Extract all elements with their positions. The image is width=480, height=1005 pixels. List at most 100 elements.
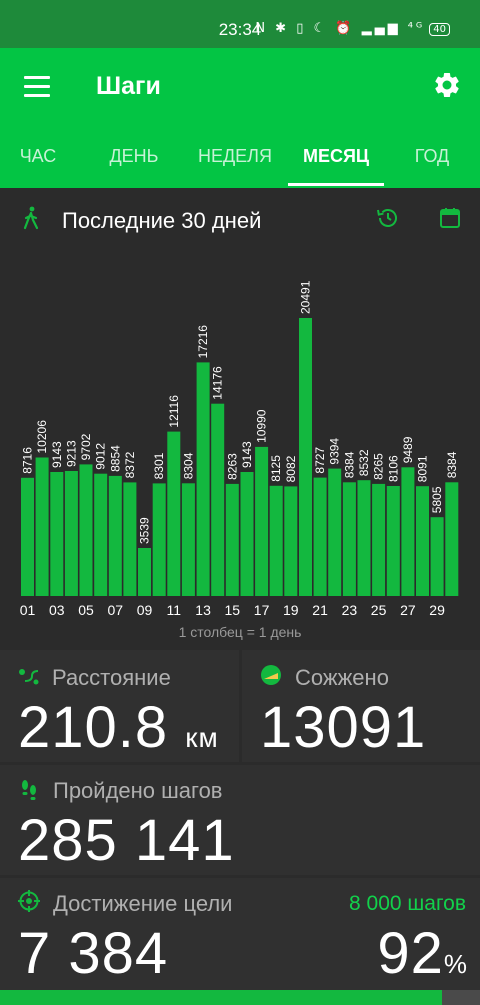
chart-bar: [181, 483, 195, 596]
chart-section: Последние 30 дней 8716 10206 9143 9213 9702 9…: [0, 188, 480, 650]
steps-value: 285 141: [18, 808, 235, 873]
chart-bar: [386, 486, 400, 596]
steps-bar-chart: 8716102069143 9213 9702 9012 8854 83723539830…: [20, 280, 459, 618]
chart-bar: [167, 431, 181, 596]
active-tab-indicator: [288, 183, 384, 186]
chart-bar: [138, 548, 151, 596]
distance-card: Расстояние 210.8 км: [0, 650, 239, 762]
chart-bar: [430, 517, 444, 596]
bar-value-label: 8301: [152, 452, 166, 479]
bar-value-label: 8384: [342, 451, 356, 478]
goal-target: 8 000 шагов: [349, 892, 466, 915]
bar-value-label: 20491: [299, 280, 313, 314]
x-tick-label: 11: [167, 602, 182, 618]
x-tick-label: 05: [78, 602, 94, 618]
x-tick-label: 13: [195, 602, 211, 618]
bar-value-label: 8304: [181, 452, 195, 479]
walking-person-icon: [23, 206, 39, 230]
x-tick-label: 23: [342, 602, 358, 618]
status-icons: N ✱ ▯ ☾ ⏰ ▂▄▆ ⁴ᴳ 40: [255, 21, 450, 36]
goal-card: Достижение цели 8 000 шагов 7 384 92%: [0, 878, 480, 990]
page-title: Шаги: [96, 72, 161, 100]
calendar-icon[interactable]: [438, 206, 462, 230]
tab-year[interactable]: ГОД: [400, 140, 464, 188]
distance-value: 210.8 км: [18, 694, 219, 761]
status-bar: 23:34 N ✱ ▯ ☾ ⏰ ▂▄▆ ⁴ᴳ 40: [0, 0, 480, 48]
history-icon[interactable]: [376, 206, 400, 230]
chart-bar: [313, 477, 327, 596]
chart-bar: [64, 471, 78, 596]
chart-title: Последние 30 дней: [62, 208, 262, 233]
percent-sign: %: [443, 949, 468, 979]
bar-value-label: 8091: [416, 455, 430, 482]
bar-value-label: 10206: [35, 420, 49, 454]
status-indicator-icons: N ✱ ▯ ☾ ⏰ ▂▄▆ ⁴ᴳ: [255, 21, 426, 36]
bar-value-label: 17216: [196, 325, 210, 359]
chart-bar: [284, 486, 298, 596]
footsteps-icon: [22, 780, 36, 800]
bar-value-label: 8384: [445, 451, 459, 478]
chart-bar: [445, 482, 459, 596]
tab-hour[interactable]: ЧАС: [0, 140, 76, 188]
bar-value-label: 8263: [225, 453, 239, 480]
distance-number: 210.8: [18, 695, 169, 760]
bar-value-label: 9143: [240, 441, 254, 468]
chart-footer: 1 столбец = 1 день: [178, 624, 302, 640]
burned-label: Сожжено: [295, 665, 389, 690]
chart-bar: [35, 457, 49, 596]
chart-bar: [357, 480, 371, 596]
goal-progress-fill: [0, 990, 442, 1005]
bar-value-label: 8372: [123, 451, 137, 478]
bar-value-label: 8082: [284, 455, 298, 482]
app-bar: Шаги ЧАС ДЕНЬ НЕДЕЛЯ МЕСЯЦ ГОД: [0, 48, 480, 188]
bar-value-label: 8854: [108, 445, 122, 472]
x-tick-label: 29: [429, 602, 445, 618]
tab-month[interactable]: МЕСЯЦ: [288, 140, 384, 188]
distance-unit: км: [185, 722, 219, 753]
bar-value-label: 8125: [269, 455, 283, 482]
burned-card: Сожжено 13091: [242, 650, 480, 762]
goal-progress-bar: [0, 990, 480, 1005]
x-tick-label: 19: [283, 602, 299, 618]
bar-value-label: 9213: [64, 440, 78, 467]
scale-icon: [261, 665, 281, 685]
bar-value-label: 9394: [328, 438, 342, 465]
chart-bar: [196, 362, 210, 596]
x-tick-label: 07: [108, 602, 124, 618]
gear-icon[interactable]: [432, 70, 462, 100]
x-tick-label: 27: [400, 602, 416, 618]
bar-value-label: 3539: [138, 517, 152, 544]
bar-value-label: 8727: [313, 447, 327, 474]
chart-bar: [401, 467, 415, 596]
chart-bar: [94, 473, 108, 596]
bar-value-label: 8265: [372, 453, 386, 480]
chart-bar: [108, 475, 122, 596]
steps-card: Пройдено шагов 285 141: [0, 765, 480, 875]
chart-bar: [416, 486, 429, 596]
tab-week[interactable]: НЕДЕЛЯ: [190, 140, 280, 188]
chart-bar: [269, 485, 283, 596]
bar-value-label: 8716: [21, 447, 35, 474]
chart-bar: [152, 483, 166, 596]
chart-bar: [225, 483, 239, 596]
bar-value-label: 9143: [50, 441, 64, 468]
steps-label: Пройдено шагов: [53, 778, 223, 803]
bar-value-label: 14176: [211, 366, 225, 400]
distance-label: Расстояние: [52, 665, 171, 690]
goal-steps-value: 7 384: [18, 921, 169, 986]
goal-percent: 92%: [377, 920, 468, 987]
goal-percent-number: 92: [377, 921, 444, 986]
x-tick-label: 01: [20, 602, 36, 618]
x-tick-label: 25: [371, 602, 387, 618]
chart-bar: [21, 477, 34, 596]
chart-bar: [79, 464, 93, 596]
chart-bar: [255, 446, 269, 596]
bar-value-label: 12116: [167, 395, 181, 428]
bar-value-label: 9489: [401, 436, 415, 463]
tab-day[interactable]: ДЕНЬ: [96, 140, 172, 188]
bar-value-label: 8106: [386, 455, 400, 482]
chart-bar: [299, 318, 312, 596]
chart-bar: [240, 472, 254, 596]
bar-value-label: 8532: [357, 449, 371, 476]
hamburger-menu-icon[interactable]: [24, 76, 50, 98]
